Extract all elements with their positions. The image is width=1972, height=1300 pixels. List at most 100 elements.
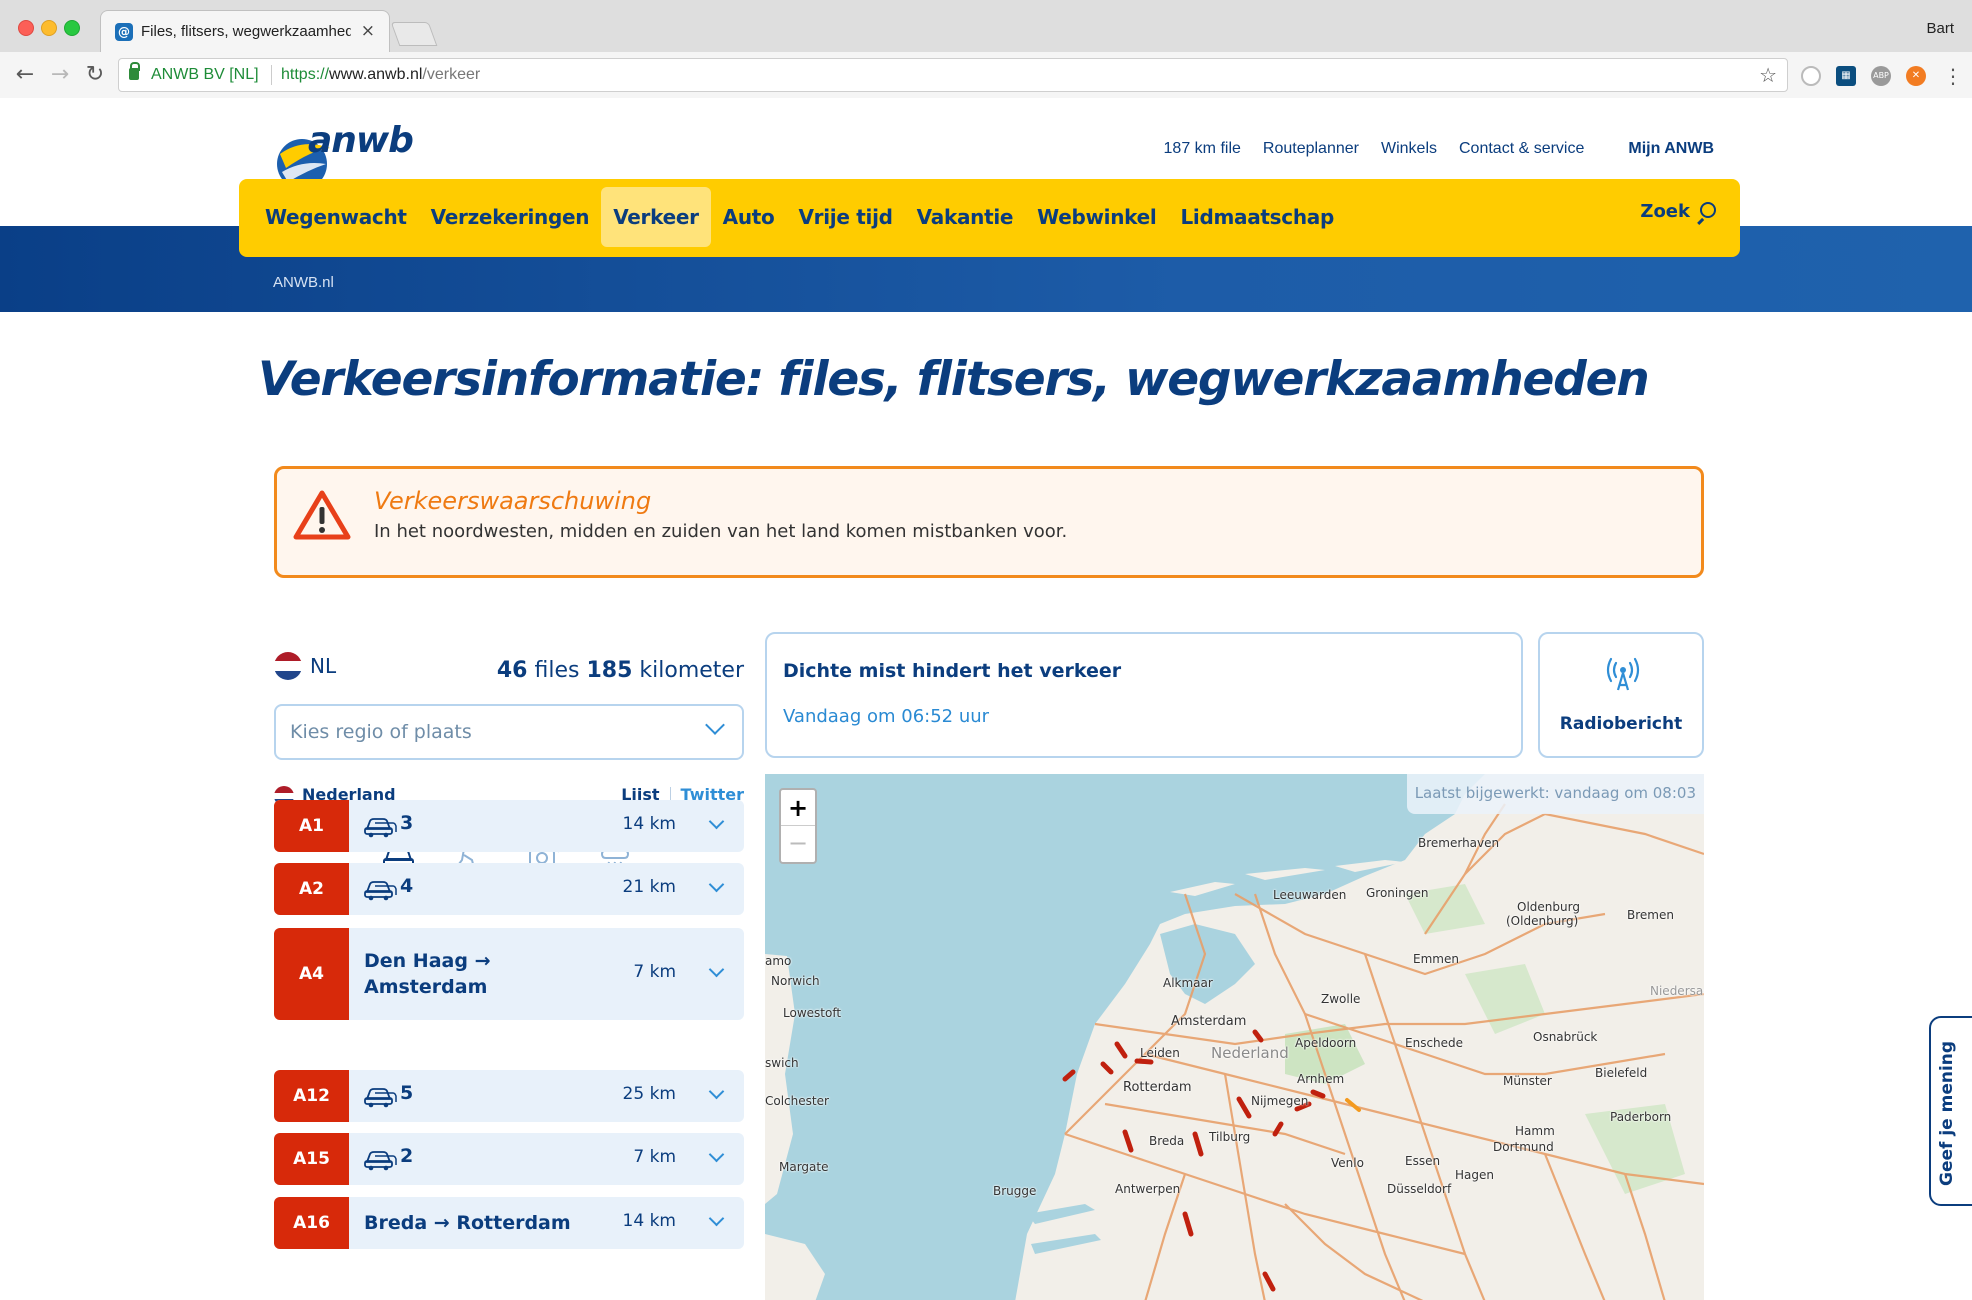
radio-label: Radiobericht: [1559, 714, 1683, 734]
jam-length: 7 km: [633, 1147, 676, 1167]
window-maximize-button[interactable]: [64, 20, 80, 36]
adblock-plus-icon[interactable]: ABP: [1871, 66, 1891, 86]
warning-triangle-icon: [293, 490, 351, 540]
extension-orange-icon[interactable]: ✕: [1906, 66, 1926, 86]
route-text: Breda → Rotterdam: [364, 1210, 571, 1236]
browser-menu-icon[interactable]: ⋮: [1943, 64, 1963, 88]
map-label: Bremerhaven: [1418, 836, 1500, 850]
back-arrow-icon[interactable]: ←: [10, 60, 40, 90]
browser-profile-name[interactable]: Bart: [1926, 20, 1954, 37]
jam-count: 2: [400, 1145, 414, 1167]
chevron-down-icon[interactable]: [708, 813, 725, 830]
anwb-favicon-icon: @: [115, 23, 133, 41]
radio-antenna-icon: [1606, 657, 1640, 691]
chevron-down-icon[interactable]: [708, 961, 725, 978]
url-text[interactable]: https://www.anwb.nl/verkeer: [281, 66, 480, 84]
winkels-link[interactable]: Winkels: [1381, 140, 1437, 158]
zoom-in-button[interactable]: +: [781, 790, 815, 826]
map-label: (Oldenburg): [1506, 914, 1579, 928]
chevron-down-icon: [705, 715, 725, 735]
contact-service-link[interactable]: Contact & service: [1459, 140, 1584, 158]
map-label: Tilburg: [1209, 1130, 1251, 1144]
chevron-down-icon[interactable]: [708, 1083, 725, 1100]
map-country-label: Nederland: [1211, 1044, 1289, 1062]
netherlands-flag-icon: [274, 652, 302, 680]
km-count: 185: [586, 658, 633, 683]
region-select-placeholder: Kies regio of plaats: [290, 721, 472, 743]
chevron-down-icon[interactable]: [708, 1210, 725, 1227]
nav-item-verzekeringen[interactable]: Verzekeringen: [419, 187, 602, 247]
extension-circle-icon[interactable]: [1801, 66, 1821, 86]
jam-count: 4: [400, 875, 414, 897]
feedback-label: Geef je mening: [1937, 1040, 1957, 1186]
route-to: Amsterdam: [364, 976, 488, 998]
nav-item-webwinkel[interactable]: Webwinkel: [1025, 187, 1168, 247]
warning-text: In het noordwesten, midden en zuiden van…: [374, 521, 1068, 542]
nav-item-auto[interactable]: Auto: [711, 187, 787, 247]
nav-item-vrije-tijd[interactable]: Vrije tijd: [787, 187, 905, 247]
map-label: Osnabrück: [1533, 1030, 1598, 1044]
jam-count: 5: [400, 1082, 414, 1104]
jam-length: 21 km: [622, 877, 676, 897]
tab-close-icon[interactable]: ×: [361, 21, 375, 41]
zoom-out-button[interactable]: −: [781, 826, 815, 862]
reload-icon[interactable]: ↻: [80, 60, 110, 90]
mijn-anwb-link[interactable]: Mijn ANWB: [1628, 140, 1714, 158]
map-label: Bremen: [1627, 908, 1674, 922]
map-label: Düsseldorf: [1387, 1182, 1452, 1196]
arrow-right-icon: →: [433, 1212, 450, 1234]
browser-toolbar: ← → ↻ ANWB BV [NL] https://www.anwb.nl/v…: [0, 52, 1972, 98]
traffic-row[interactable]: A16 Breda → Rotterdam 14 km: [274, 1197, 744, 1249]
map-label: Hamm: [1515, 1124, 1555, 1138]
secure-origin-label: ANWB BV [NL]: [151, 66, 259, 83]
news-time: Vandaag om 06:52 uur: [783, 706, 990, 727]
map-label: Paderborn: [1610, 1110, 1672, 1124]
chevron-down-icon[interactable]: [708, 1146, 725, 1163]
route-from: Den Haag: [364, 950, 468, 972]
map-label: amo: [765, 954, 792, 968]
traffic-map[interactable]: Bremerhaven Leeuwarden Groningen Oldenbu…: [765, 774, 1704, 1300]
traffic-row[interactable]: A2 4 21 km: [274, 863, 744, 915]
road-number: A16: [293, 1213, 330, 1233]
map-zoom-control: + −: [779, 788, 817, 864]
browser-tab-active[interactable]: @ Files, flitsers, wegwerkzaamheden ×: [100, 10, 390, 52]
region-select[interactable]: Kies regio of plaats: [274, 704, 744, 760]
map-label: swich: [765, 1056, 799, 1070]
radio-bulletin-button[interactable]: Radiobericht: [1538, 632, 1704, 758]
search-button[interactable]: Zoek: [1640, 201, 1716, 222]
traffic-row[interactable]: A12 5 25 km: [274, 1070, 744, 1122]
forward-arrow-icon[interactable]: →: [45, 60, 75, 90]
window-minimize-button[interactable]: [41, 20, 57, 36]
extension-grid-icon[interactable]: ▦: [1836, 66, 1856, 86]
url-path: /verkeer: [422, 66, 481, 83]
file-summary-link[interactable]: 187 km file: [1164, 140, 1241, 158]
traffic-row[interactable]: A4 Den Haag → Amsterdam 7 km: [274, 928, 744, 1020]
route-from: Breda: [364, 1212, 428, 1234]
feedback-tab[interactable]: Geef je mening: [1929, 1016, 1972, 1206]
route-to: Rotterdam: [456, 1212, 571, 1234]
nav-item-wegenwacht[interactable]: Wegenwacht: [253, 187, 419, 247]
nav-item-lidmaatschap[interactable]: Lidmaatschap: [1168, 187, 1346, 247]
chevron-down-icon[interactable]: [708, 876, 725, 893]
road-badge: A15: [274, 1133, 349, 1185]
traffic-row[interactable]: A1 3 14 km: [274, 800, 744, 852]
bookmark-star-icon[interactable]: ☆: [1759, 63, 1777, 87]
window-close-button[interactable]: [18, 20, 34, 36]
map-label: Norwich: [771, 974, 820, 988]
map-label: Breda: [1149, 1134, 1185, 1148]
map-label: Enschede: [1405, 1036, 1464, 1050]
nav-item-vakantie[interactable]: Vakantie: [905, 187, 1026, 247]
nav-item-verkeer[interactable]: Verkeer: [601, 187, 711, 247]
arrow-right-icon: →: [474, 950, 491, 972]
map-label: Oldenburg: [1517, 900, 1580, 914]
road-badge: A1: [274, 800, 349, 852]
breadcrumb[interactable]: ANWB.nl: [273, 274, 334, 291]
car-jam-icon: [363, 876, 397, 902]
traffic-row[interactable]: A15 2 7 km: [274, 1133, 744, 1185]
new-tab-button[interactable]: [390, 22, 438, 46]
map-label: Alkmaar: [1163, 976, 1213, 990]
news-card[interactable]: Dichte mist hindert het verkeer Vandaag …: [765, 632, 1523, 758]
routeplanner-link[interactable]: Routeplanner: [1263, 140, 1359, 158]
address-bar[interactable]: ANWB BV [NL] https://www.anwb.nl/verkeer…: [118, 58, 1788, 92]
map-label: Leiden: [1140, 1046, 1180, 1060]
